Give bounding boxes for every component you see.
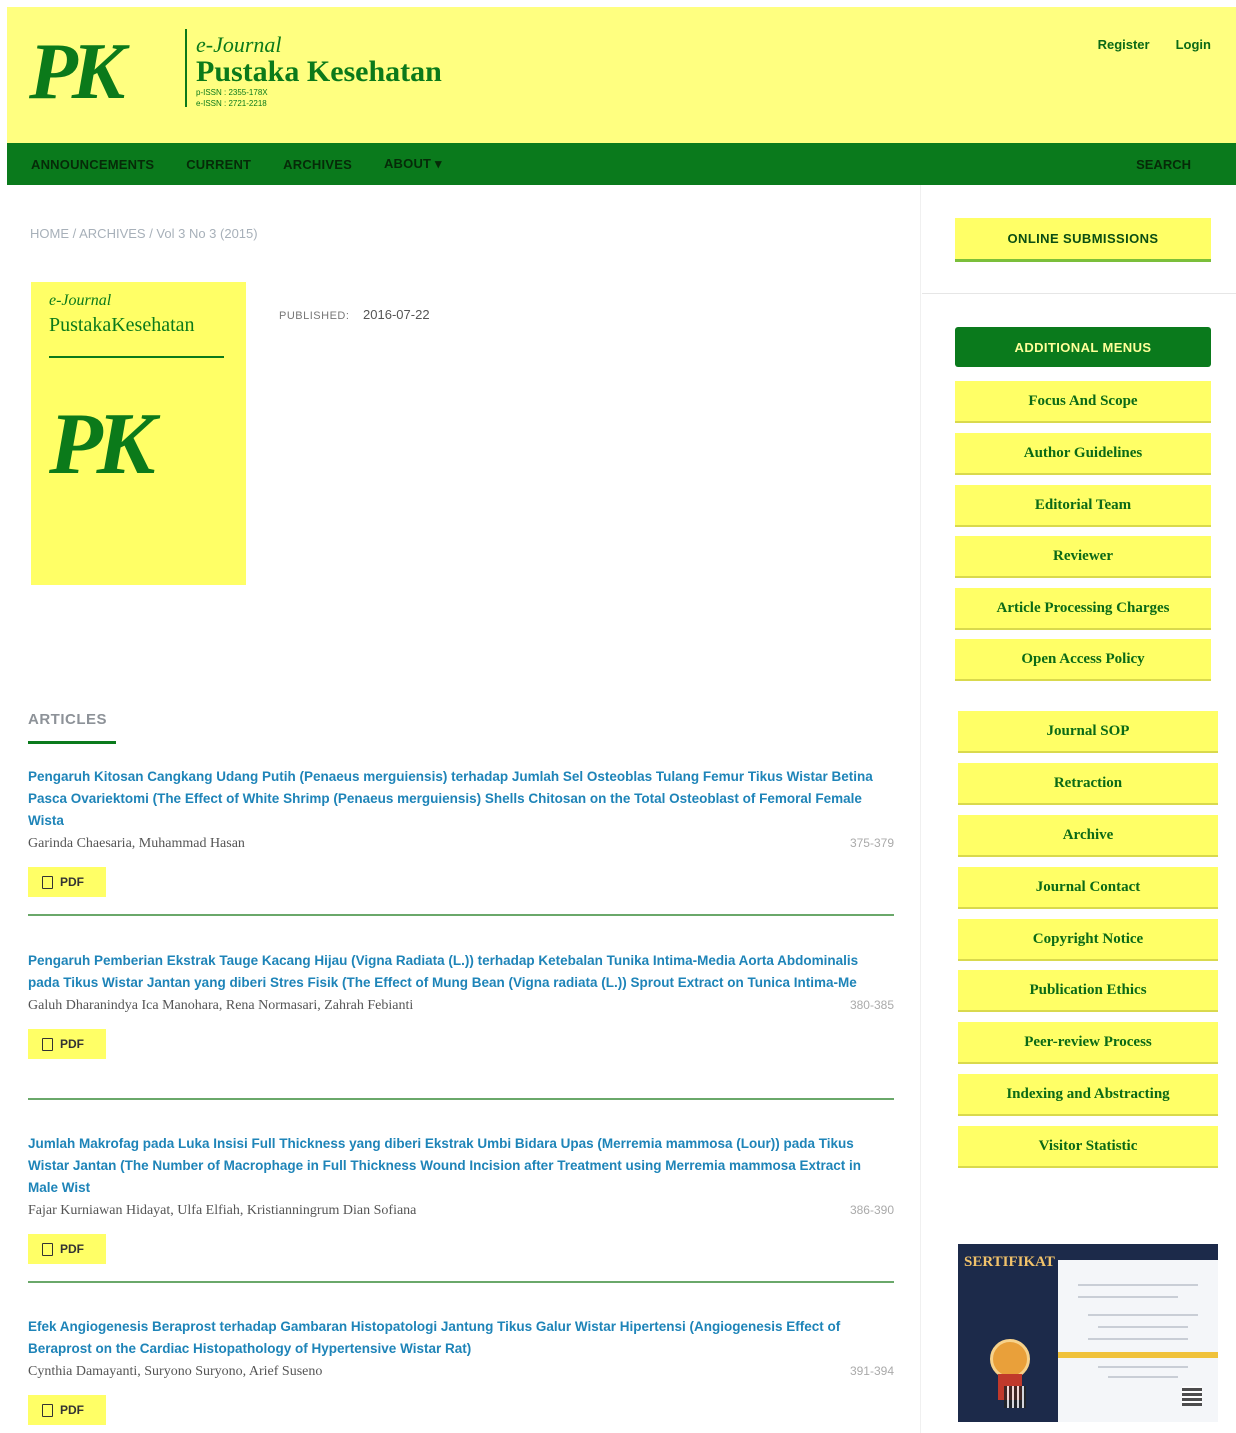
article-title-link[interactable]: Pengaruh Pemberian Ekstrak Tauge Kacang … — [28, 950, 883, 994]
cover-rule — [49, 356, 224, 358]
certificate-text-line — [1078, 1296, 1178, 1298]
logo-mark[interactable]: PK — [29, 27, 125, 117]
article-authors: Galuh Dharanindya Ica Manohara, Rena Nor… — [28, 998, 414, 1013]
cover-ejournal-text: e-Journal — [49, 292, 112, 309]
article-separator — [28, 1281, 894, 1283]
nav-announcements[interactable]: ANNOUNCEMENTS — [31, 157, 154, 172]
nav-about[interactable]: ABOUT ▾ — [384, 156, 442, 172]
sidebar-item-peer-review[interactable]: Peer-review Process — [958, 1022, 1218, 1064]
qr-code-icon — [1182, 1386, 1202, 1406]
cover-logo-mark: PK — [49, 396, 155, 493]
nav-current[interactable]: CURRENT — [186, 157, 251, 172]
article-separator — [28, 1098, 894, 1100]
published-label: PUBLISHED: — [279, 310, 350, 322]
pdf-label: PDF — [60, 1403, 84, 1417]
site-title[interactable]: Pustaka Kesehatan — [196, 55, 442, 89]
article-pages: 380-385 — [849, 998, 894, 1012]
pdf-label: PDF — [60, 875, 84, 889]
sidebar-item-author-guidelines[interactable]: Author Guidelines — [955, 433, 1211, 475]
article-pages: 375-379 — [849, 836, 894, 850]
medal-icon — [990, 1339, 1030, 1379]
pdf-button[interactable]: PDF — [28, 1395, 106, 1425]
article-item: Jumlah Makrofag pada Luka Insisi Full Th… — [28, 1133, 894, 1264]
user-links: Register Login — [1098, 37, 1211, 52]
file-icon — [42, 1037, 53, 1051]
certificate-text-line — [1098, 1366, 1188, 1368]
issn-online: e-ISSN : 2721-2218 — [196, 99, 267, 108]
file-icon — [42, 1403, 53, 1417]
sidebar-item-editorial-team[interactable]: Editorial Team — [955, 485, 1211, 527]
additional-menus-heading: ADDITIONAL MENUS — [955, 327, 1211, 367]
articles-heading: ARTICLES — [28, 711, 107, 728]
issn-print: p-ISSN : 2355-178X — [196, 88, 268, 97]
article-authors: Cynthia Damayanti, Suryono Suryono, Arie… — [28, 1364, 323, 1379]
article-item: Efek Angiogenesis Beraprost terhadap Gam… — [28, 1316, 894, 1425]
register-link[interactable]: Register — [1098, 37, 1150, 52]
login-link[interactable]: Login — [1176, 37, 1211, 52]
file-icon — [42, 875, 53, 889]
pdf-button[interactable]: PDF — [28, 1029, 106, 1059]
sidebar-rule — [922, 293, 1236, 294]
accreditation-certificate[interactable]: SERTIFIKAT — [958, 1244, 1218, 1422]
sidebar-item-publication-ethics[interactable]: Publication Ethics — [958, 970, 1218, 1012]
breadcrumb: HOME / ARCHIVES / Vol 3 No 3 (2015) — [30, 226, 258, 241]
published-info: PUBLISHED: 2016-07-22 — [279, 307, 430, 322]
article-item: Pengaruh Kitosan Cangkang Udang Putih (P… — [28, 766, 894, 897]
certificate-text-line — [1088, 1314, 1198, 1316]
article-authors: Fajar Kurniawan Hidayat, Ulfa Elfiah, Kr… — [28, 1203, 417, 1218]
pdf-button[interactable]: PDF — [28, 867, 106, 897]
sidebar-item-archive[interactable]: Archive — [958, 815, 1218, 857]
sidebar-item-journal-contact[interactable]: Journal Contact — [958, 867, 1218, 909]
certificate-title: SERTIFIKAT — [964, 1254, 1055, 1270]
sidebar-item-reviewer[interactable]: Reviewer — [955, 536, 1211, 578]
article-authors: Garinda Chaesaria, Muhammad Hasan — [28, 836, 245, 851]
logo-divider — [185, 29, 187, 107]
issn-block: p-ISSN : 2355-178X e-ISSN : 2721-2218 — [196, 87, 268, 109]
qr-code-icon — [1004, 1386, 1026, 1408]
article-title-link[interactable]: Efek Angiogenesis Beraprost terhadap Gam… — [28, 1316, 883, 1360]
online-submissions-button[interactable]: ONLINE SUBMISSIONS — [955, 218, 1211, 262]
article-meta: Fajar Kurniawan Hidayat, Ulfa Elfiah, Kr… — [28, 1203, 894, 1225]
article-meta: Galuh Dharanindya Ica Manohara, Rena Nor… — [28, 998, 894, 1020]
file-icon — [42, 1242, 53, 1256]
main-nav: ANNOUNCEMENTS CURRENT ARCHIVES ABOUT ▾ S… — [7, 143, 1236, 185]
sidebar-item-open-access[interactable]: Open Access Policy — [955, 639, 1211, 681]
sidebar-item-visitor-statistic[interactable]: Visitor Statistic — [958, 1126, 1218, 1168]
article-separator — [28, 914, 894, 916]
certificate-stripe — [1058, 1352, 1218, 1358]
pdf-label: PDF — [60, 1037, 84, 1051]
sidebar-item-indexing[interactable]: Indexing and Abstracting — [958, 1074, 1218, 1116]
articles-heading-underline — [28, 741, 116, 744]
article-item: Pengaruh Pemberian Ekstrak Tauge Kacang … — [28, 950, 894, 1059]
article-title-link[interactable]: Jumlah Makrofag pada Luka Insisi Full Th… — [28, 1133, 883, 1199]
article-pages: 391-394 — [849, 1364, 894, 1378]
sidebar-item-journal-sop[interactable]: Journal SOP — [958, 711, 1218, 753]
sidebar-item-focus-scope[interactable]: Focus And Scope — [955, 381, 1211, 423]
article-meta: Cynthia Damayanti, Suryono Suryono, Arie… — [28, 1364, 894, 1386]
nav-search[interactable]: SEARCH — [1136, 157, 1191, 172]
article-pages: 386-390 — [849, 1203, 894, 1217]
sidebar-item-retraction[interactable]: Retraction — [958, 763, 1218, 805]
pdf-label: PDF — [60, 1242, 84, 1256]
pdf-button[interactable]: PDF — [28, 1234, 106, 1264]
sidebar-item-apc[interactable]: Article Processing Charges — [955, 588, 1211, 630]
issue-cover[interactable]: e-Journal PustakaKesehatan PK — [31, 282, 246, 585]
certificate-text-line — [1098, 1326, 1188, 1328]
sidebar-item-copyright-notice[interactable]: Copyright Notice — [958, 919, 1218, 961]
certificate-text-line — [1078, 1284, 1198, 1286]
site-header: PK e-Journal Pustaka Kesehatan p-ISSN : … — [7, 7, 1236, 143]
article-meta: Garinda Chaesaria, Muhammad Hasan 375-37… — [28, 836, 894, 858]
article-title-link[interactable]: Pengaruh Kitosan Cangkang Udang Putih (P… — [28, 766, 883, 832]
published-date: 2016-07-22 — [363, 307, 430, 322]
cover-title: PustakaKesehatan — [49, 314, 195, 336]
nav-archives[interactable]: ARCHIVES — [283, 157, 352, 172]
certificate-text-line — [1108, 1376, 1178, 1378]
sidebar-divider — [920, 185, 921, 1433]
certificate-text-line — [1088, 1338, 1188, 1340]
